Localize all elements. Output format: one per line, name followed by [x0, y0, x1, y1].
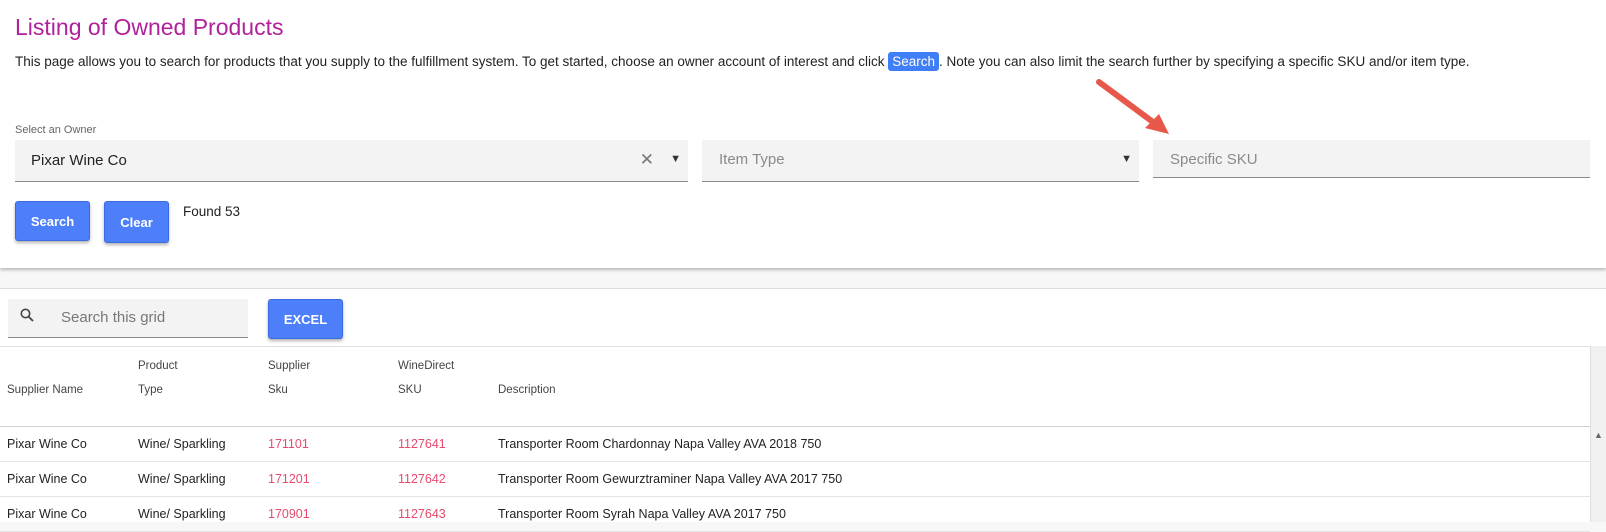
cell-type: Wine/ Sparkling	[138, 437, 226, 451]
column-header-description[interactable]: Description	[498, 354, 556, 402]
cell-sku-link[interactable]: 171101	[268, 437, 309, 451]
header-line: Supplier	[268, 360, 311, 372]
chevron-down-icon[interactable]: ▼	[670, 153, 681, 165]
found-count: Found 53	[183, 204, 241, 219]
header-line: Supplier Name	[7, 384, 84, 396]
intro-text-part: This page allows you to search for produ…	[15, 54, 889, 69]
cell-supplier: Pixar Wine Co	[7, 507, 87, 521]
table-row[interactable]: Pixar Wine Co Wine/ Sparkling 171201 112…	[0, 462, 1590, 497]
product-grid: Search this grid EXCEL Supplier Name Pro…	[0, 288, 1606, 532]
chevron-down-icon[interactable]: ▼	[1121, 153, 1132, 165]
grid-search-input[interactable]: Search this grid	[8, 299, 248, 338]
clear-button[interactable]: Clear	[104, 201, 169, 243]
search-icon	[20, 308, 34, 326]
cell-wd-sku-link[interactable]: 1127641	[398, 437, 446, 451]
sku-placeholder: Specific SKU	[1170, 151, 1258, 168]
cell-description: Transporter Room Chardonnay Napa Valley …	[498, 437, 822, 451]
item-type-select[interactable]: Item Type ▼	[702, 140, 1139, 182]
column-header-product-type[interactable]: Product Type	[138, 354, 178, 402]
cell-type: Wine/ Sparkling	[138, 507, 226, 521]
close-icon[interactable]: ✕	[640, 150, 654, 170]
cell-sku-link[interactable]: 170901	[268, 507, 310, 521]
scroll-up-icon[interactable]: ▲	[1594, 430, 1603, 440]
column-header-supplier-sku[interactable]: Supplier Sku	[268, 354, 310, 402]
cell-description: Transporter Room Gewurztraminer Napa Val…	[498, 472, 843, 486]
cell-sku-link[interactable]: 171201	[268, 472, 310, 486]
item-type-placeholder: Item Type	[719, 151, 785, 168]
divider	[0, 346, 1606, 347]
header-line: WineDirect	[398, 360, 455, 372]
header-line	[7, 354, 83, 378]
intro-text: This page allows you to search for produ…	[15, 52, 1575, 72]
owner-select[interactable]: Pixar Wine Co ✕ ▼	[15, 140, 688, 182]
owner-value: Pixar Wine Co	[31, 152, 127, 169]
sku-input[interactable]: Specific SKU	[1153, 140, 1590, 178]
grid-search-placeholder: Search this grid	[61, 309, 166, 326]
cell-wd-sku-link[interactable]: 1127642	[398, 472, 446, 486]
search-panel: Listing of Owned Products This page allo…	[0, 0, 1606, 268]
cell-type: Wine/ Sparkling	[138, 472, 226, 486]
cell-description: Transporter Room Syrah Napa Valley AVA 2…	[498, 507, 786, 521]
search-chip: Search	[888, 52, 939, 71]
header-line: Sku	[268, 384, 288, 396]
table-row[interactable]: Pixar Wine Co Wine/ Sparkling 171101 112…	[0, 427, 1590, 462]
cell-supplier: Pixar Wine Co	[7, 472, 87, 486]
column-header-supplier-name[interactable]: Supplier Name	[7, 354, 83, 402]
column-header-winedirect-sku[interactable]: WineDirect SKU	[398, 354, 454, 402]
intro-text-part: . Note you can also limit the search fur…	[939, 54, 1470, 69]
table-row[interactable]: Pixar Wine Co Wine/ Sparkling 170901 112…	[0, 497, 1590, 532]
header-line: SKU	[398, 384, 422, 396]
header-line: Description	[498, 384, 556, 396]
search-button[interactable]: Search	[15, 201, 90, 241]
excel-button[interactable]: EXCEL	[268, 299, 343, 339]
cell-supplier: Pixar Wine Co	[7, 437, 87, 451]
arrow-icon	[1096, 79, 1169, 134]
owner-label: Select an Owner	[15, 124, 97, 136]
page-title: Listing of Owned Products	[15, 14, 284, 40]
header-line: Product	[138, 360, 178, 372]
cell-wd-sku-link[interactable]: 1127643	[398, 507, 446, 521]
header-line: Type	[138, 384, 163, 396]
header-line	[498, 354, 556, 378]
